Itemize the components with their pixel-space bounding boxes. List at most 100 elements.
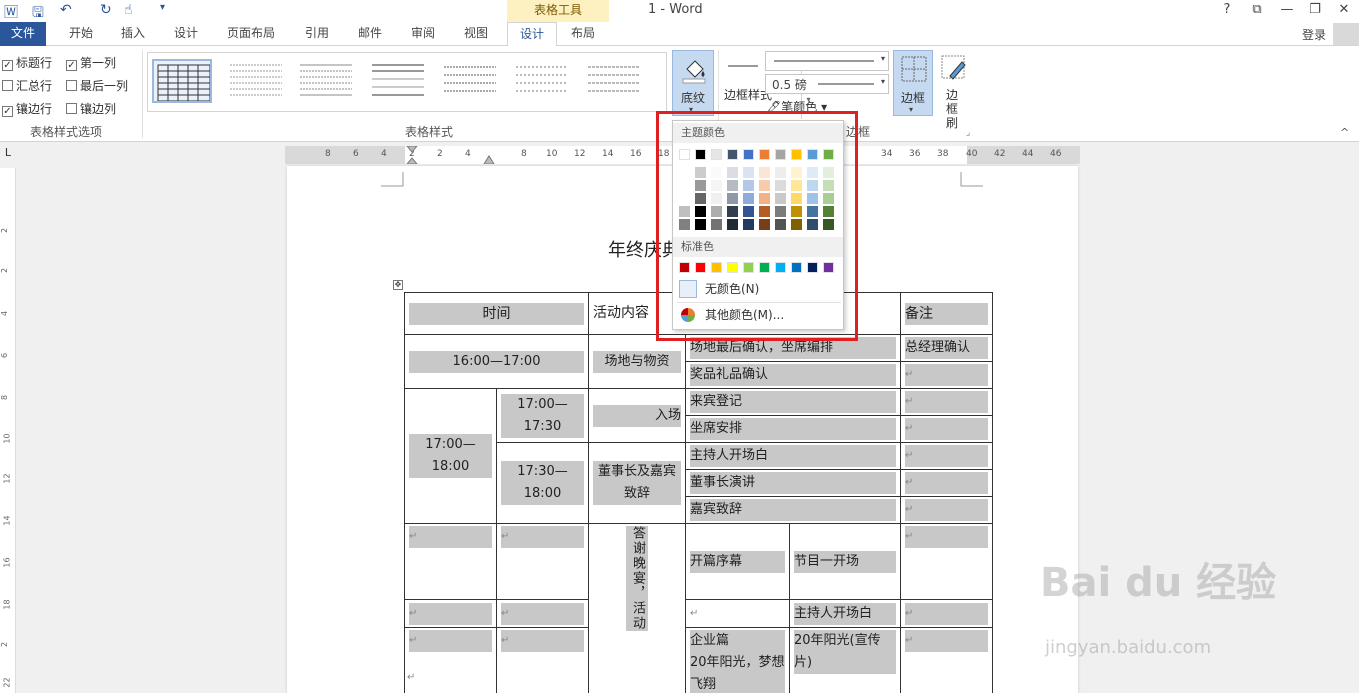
- checkmark-icon: ✓: [2, 106, 13, 117]
- banded-columns-checkbox[interactable]: 镶边列: [66, 100, 116, 117]
- checkmark-icon: ✓: [66, 60, 77, 71]
- schedule-table[interactable]: 时间 活动内容 备注 16:00—17:00 场地与物资 场地最后确认，坐席编排…: [404, 292, 993, 693]
- indent-marker-icon[interactable]: [405, 146, 419, 164]
- tab-review[interactable]: 审阅: [401, 22, 445, 46]
- first-column-checkbox[interactable]: ✓ 第一列: [66, 54, 116, 71]
- table-cell[interactable]: 节目一开场: [789, 523, 901, 600]
- table-cell[interactable]: 企业篇 20年阳光，梦想飞翔: [685, 627, 790, 693]
- minimize-button[interactable]: —: [1272, 0, 1302, 22]
- table-cell[interactable]: 答谢晚宴，活动: [588, 523, 686, 693]
- table-cell[interactable]: ↵: [496, 523, 589, 600]
- border-style-line-icon: [728, 65, 758, 67]
- table-move-handle-icon[interactable]: ✥: [393, 280, 403, 290]
- redo-icon[interactable]: ↻: [100, 2, 112, 18]
- chevron-down-icon: ▾: [880, 77, 885, 86]
- sign-in-link[interactable]: 登录: [1302, 26, 1326, 43]
- table-cell[interactable]: ↵: [496, 599, 589, 628]
- avatar[interactable]: [1333, 23, 1359, 45]
- border-painter-icon: [941, 55, 966, 80]
- table-cell[interactable]: 备注: [900, 292, 993, 335]
- borders-button[interactable]: 边框 ▾: [893, 50, 933, 116]
- close-button[interactable]: ✕: [1329, 0, 1359, 22]
- table-cell[interactable]: ↵: [496, 627, 589, 693]
- table-cell[interactable]: 16:00—17:00: [404, 334, 589, 389]
- table-cell[interactable]: ↵: [900, 496, 993, 524]
- tab-insert[interactable]: 插入: [110, 22, 156, 46]
- table-cell[interactable]: ↵: [404, 523, 497, 600]
- collapse-ribbon-icon[interactable]: ^: [1340, 126, 1349, 139]
- last-column-checkbox[interactable]: 最后一列: [66, 77, 128, 94]
- tab-references[interactable]: 引用: [295, 22, 339, 46]
- table-cell[interactable]: ↵: [900, 361, 993, 389]
- maximize-button[interactable]: ❐: [1300, 0, 1330, 22]
- tab-design-doc[interactable]: 设计: [163, 22, 209, 46]
- tab-page-layout[interactable]: 页面布局: [220, 22, 282, 46]
- tab-table-layout[interactable]: 布局: [557, 22, 609, 46]
- undo-icon[interactable]: ↶: [60, 2, 72, 18]
- banded-rows-checkbox[interactable]: ✓ 镶边行: [2, 100, 52, 117]
- table-cell[interactable]: 主持人开场白: [685, 442, 901, 470]
- dialog-launcher-icon[interactable]: ⌟: [966, 128, 970, 138]
- total-row-checkbox[interactable]: 汇总行: [2, 77, 52, 94]
- table-style-grid[interactable]: [152, 59, 212, 103]
- tab-table-design[interactable]: 设计: [507, 22, 557, 47]
- title-bar: 🅆 🖫 ↶ ↻ ☝ ▾ 表格工具 1 - Word ? ⧉ — ❐ ✕: [0, 0, 1359, 22]
- tab-mailings[interactable]: 邮件: [348, 22, 392, 46]
- table-cell[interactable]: 董事长演讲: [685, 469, 901, 497]
- table-cell[interactable]: 场地与物资: [588, 334, 686, 389]
- watermark-logo: Bai du 经验: [1040, 560, 1277, 606]
- table-cell[interactable]: 17:30—18:00: [496, 442, 589, 524]
- table-cell[interactable]: 主持人开场白: [789, 599, 901, 628]
- tab-view[interactable]: 视图: [454, 22, 498, 46]
- column-marker-icon[interactable]: [483, 154, 495, 164]
- checkmark-icon: ✓: [2, 60, 13, 71]
- table-cell[interactable]: ↵: [900, 388, 993, 416]
- ribbon-tab-bar: 文件 开始 插入 设计 页面布局 引用 邮件 审阅 视图 设计 布局: [0, 22, 1359, 47]
- table-cell[interactable]: 嘉宾致辞: [685, 496, 901, 524]
- annotation-highlight-box: [656, 111, 858, 341]
- tab-home[interactable]: 开始: [56, 22, 106, 46]
- table-cell[interactable]: 20年阳光(宣传片): [789, 627, 901, 693]
- watermark-url: jingyan.baidu.com: [1045, 637, 1212, 658]
- table-style-plain-4[interactable]: [512, 59, 572, 103]
- help-button[interactable]: ?: [1212, 0, 1242, 22]
- table-cell[interactable]: 董事长及嘉宾致辞: [588, 442, 686, 524]
- header-row-checkbox[interactable]: ✓ 标题行: [2, 54, 52, 71]
- table-cell[interactable]: ↵: [900, 469, 993, 497]
- table-styles-gallery[interactable]: ▲▼▾: [147, 52, 812, 119]
- table-cell[interactable]: 入场: [588, 388, 686, 443]
- document-title: 1 - Word: [648, 2, 703, 17]
- touch-mode-icon[interactable]: ☝: [124, 2, 133, 18]
- ribbon-display-options-button[interactable]: ⧉: [1242, 0, 1272, 22]
- table-cell[interactable]: 总经理确认: [900, 334, 993, 362]
- table-style-options-label: 表格样式选项: [30, 125, 103, 139]
- shading-button[interactable]: 底纹 ▾: [672, 50, 714, 116]
- customize-qat-icon[interactable]: ▾: [160, 2, 165, 13]
- table-style-light-grid[interactable]: [226, 59, 286, 103]
- table-cell[interactable]: ↵: [900, 523, 993, 600]
- table-style-plain-3[interactable]: [440, 59, 500, 103]
- paint-bucket-icon: [682, 60, 706, 84]
- tab-file[interactable]: 文件: [0, 22, 46, 46]
- line-weight-select[interactable]: 0.5 磅 ▾: [765, 74, 889, 94]
- table-cell[interactable]: ↵: [404, 599, 497, 628]
- table-style-plain-5[interactable]: [584, 59, 644, 103]
- table-cell[interactable]: ↵: [900, 627, 993, 693]
- table-cell[interactable]: ↵: [685, 599, 790, 628]
- table-cell[interactable]: 坐席安排: [685, 415, 901, 443]
- table-cell[interactable]: ↵: [900, 442, 993, 470]
- table-cell[interactable]: 来宾登记: [685, 388, 901, 416]
- table-style-plain-1[interactable]: [296, 59, 356, 103]
- table-cell[interactable]: ↵: [404, 627, 497, 693]
- table-cell[interactable]: 17:00—18:00: [404, 388, 497, 524]
- table-cell[interactable]: ↵: [900, 415, 993, 443]
- table-cell[interactable]: 时间: [404, 292, 589, 335]
- line-style-select[interactable]: ▾: [765, 51, 889, 71]
- table-cell[interactable]: 开篇序幕: [685, 523, 790, 600]
- table-cell[interactable]: 17:00—17:30: [496, 388, 589, 443]
- tab-selector-icon[interactable]: L: [0, 146, 16, 164]
- table-style-plain-2[interactable]: [368, 59, 428, 103]
- table-cell[interactable]: ↵: [900, 599, 993, 628]
- table-cell[interactable]: 奖品礼品确认: [685, 361, 901, 389]
- word-app-icon: 🅆: [4, 5, 18, 21]
